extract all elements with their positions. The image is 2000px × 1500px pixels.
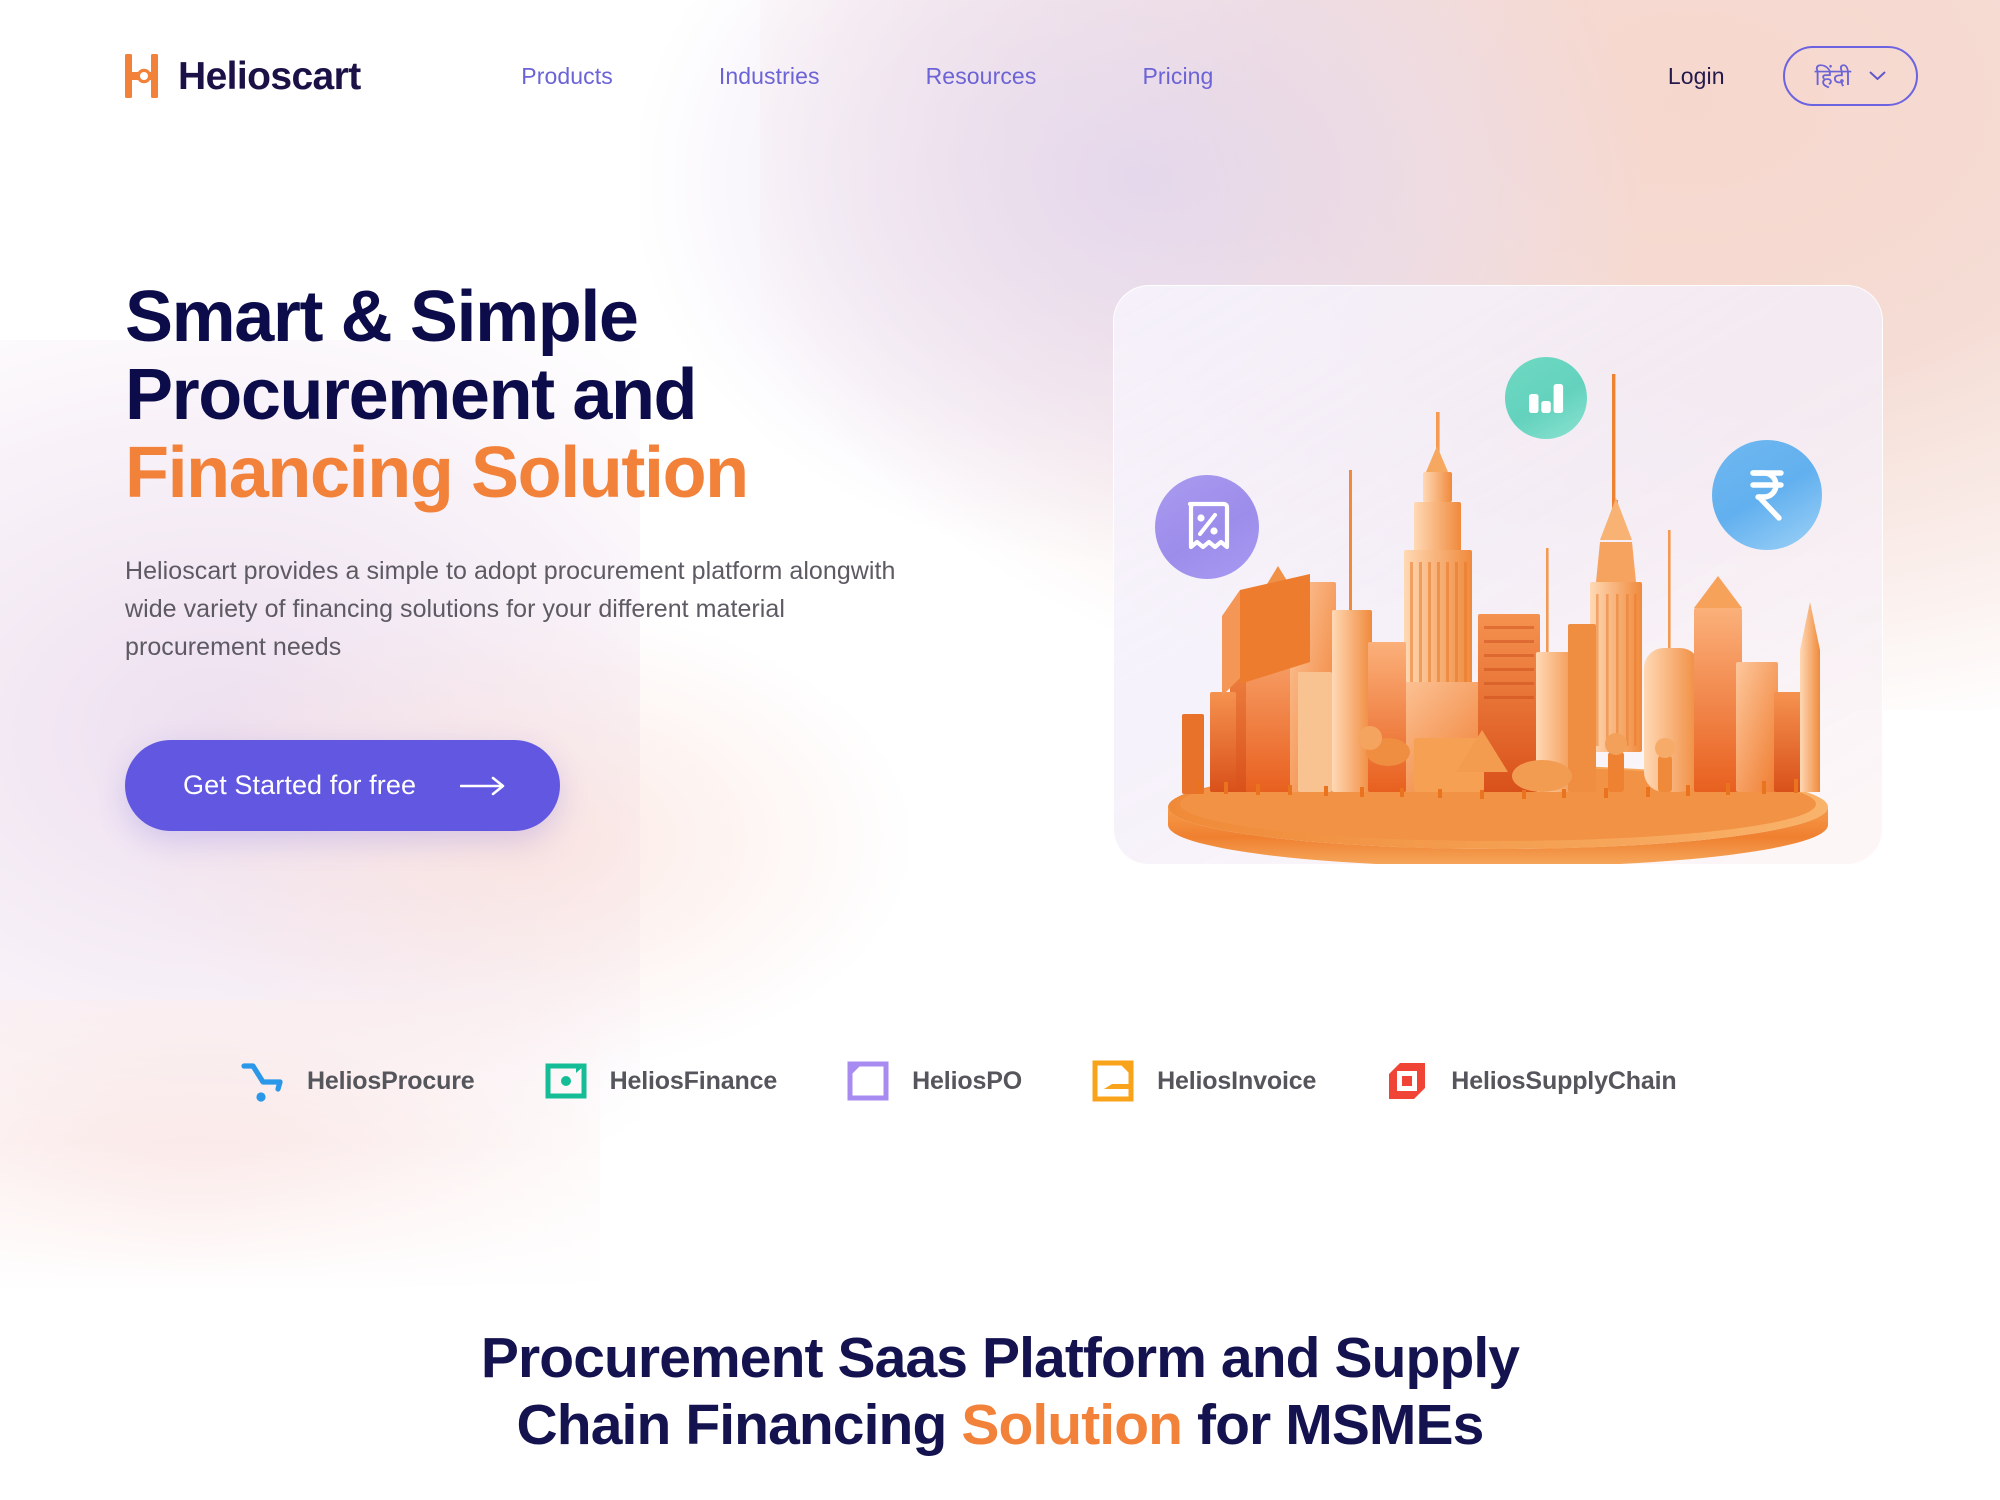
get-started-button[interactable]: Get Started for free bbox=[125, 740, 561, 832]
product-heliosprocure[interactable]: HeliosProcure bbox=[240, 1058, 475, 1104]
analytics-badge bbox=[1505, 357, 1587, 439]
rupee-badge bbox=[1712, 440, 1822, 550]
language-label: हिंदी bbox=[1814, 64, 1851, 90]
receipt-percent-icon bbox=[1187, 501, 1230, 550]
section-heading-block: Procurement Saas Platform and Supply Cha… bbox=[0, 1325, 2000, 1458]
hero-illustration-card bbox=[1113, 285, 1883, 865]
nav-item-pricing[interactable]: Pricing bbox=[1089, 53, 1266, 100]
section-heading: Procurement Saas Platform and Supply Cha… bbox=[0, 1325, 2000, 1458]
arrow-right-icon bbox=[460, 776, 505, 796]
section-heading-accent: Solution bbox=[961, 1392, 1183, 1457]
get-started-label: Get Started for free bbox=[183, 770, 417, 801]
nav-item-products[interactable]: Products bbox=[468, 53, 666, 100]
brand-name: Helioscart bbox=[178, 54, 361, 98]
hero-section: Smart & Simple Procurement and Financing… bbox=[0, 0, 2000, 1060]
site-header: Helioscart Products Industries Resources… bbox=[0, 0, 2000, 152]
shopping-cart-icon bbox=[241, 1063, 283, 1102]
product-label: HeliosSupplyChain bbox=[1451, 1066, 1677, 1095]
nav-item-resources[interactable]: Resources bbox=[873, 53, 1090, 100]
invoice-icon bbox=[1092, 1060, 1134, 1102]
orange-city-skyline-icon bbox=[1168, 374, 1828, 864]
login-link[interactable]: Login bbox=[1668, 63, 1725, 90]
product-label: HeliosProcure bbox=[307, 1066, 475, 1095]
hero-title-line-1: Smart & Simple bbox=[125, 277, 639, 357]
product-label: HeliosInvoice bbox=[1157, 1066, 1317, 1095]
hero-title: Smart & Simple Procurement and Financing… bbox=[125, 278, 1025, 512]
product-helioussupplychain[interactable]: HeliosSupplyChain bbox=[1384, 1058, 1677, 1104]
section-heading-line-1: Procurement Saas Platform and Supply bbox=[480, 1326, 1520, 1390]
document-icon bbox=[847, 1061, 889, 1101]
supply-chain-icon bbox=[1389, 1063, 1426, 1099]
product-logo-strip: HeliosProcure HeliosFinance HeliosPO Hel… bbox=[0, 1058, 2000, 1104]
brand-logo[interactable]: Helioscart bbox=[125, 54, 361, 98]
product-heliosfinance[interactable]: HeliosFinance bbox=[543, 1058, 778, 1104]
product-label: HeliosPO bbox=[912, 1066, 1023, 1095]
product-heliosinvoice[interactable]: HeliosInvoice bbox=[1090, 1058, 1316, 1104]
main-nav: Products Industries Resources Pricing bbox=[468, 53, 1266, 100]
hero-copy: Smart & Simple Procurement and Financing… bbox=[125, 278, 1025, 832]
invoice-discount-badge bbox=[1155, 475, 1259, 579]
rupee-icon bbox=[1750, 470, 1784, 521]
money-note-icon bbox=[545, 1063, 587, 1099]
city-illustration bbox=[1114, 352, 1882, 864]
nav-item-industries[interactable]: Industries bbox=[666, 53, 873, 100]
product-label: HeliosFinance bbox=[609, 1066, 778, 1095]
hero-subtitle: Helioscart provides a simple to adopt pr… bbox=[125, 557, 896, 662]
language-selector[interactable]: हिंदी bbox=[1782, 46, 1918, 106]
header-actions: Login हिंदी bbox=[1668, 46, 1918, 106]
hero-title-line-2: Procurement and bbox=[125, 355, 698, 436]
landing-page: Helioscart Products Industries Resources… bbox=[0, 0, 2000, 1500]
bar-chart-icon bbox=[1529, 384, 1564, 413]
product-heliospo[interactable]: HeliosPO bbox=[845, 1058, 1022, 1104]
section-heading-line-2a: Chain Financing bbox=[516, 1392, 962, 1457]
helioscart-logo-icon bbox=[125, 54, 158, 98]
hero-title-line-3: Financing Solution bbox=[125, 433, 749, 514]
chevron-down-icon bbox=[1869, 71, 1886, 80]
section-heading-line-2b: for MSMEs bbox=[1182, 1392, 1484, 1457]
